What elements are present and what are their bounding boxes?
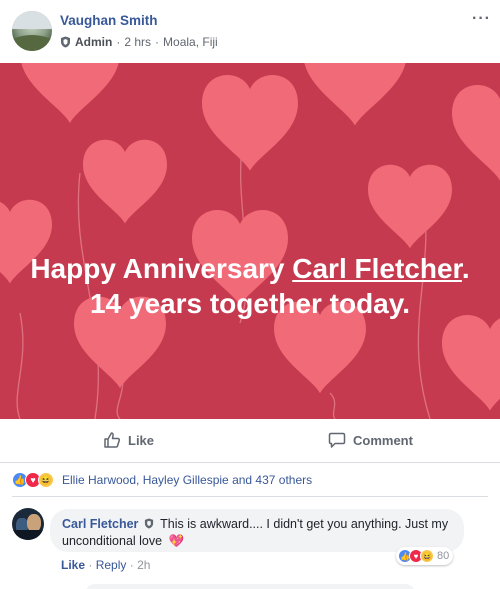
thumbs-up-icon (104, 432, 121, 448)
like-button[interactable]: Like (103, 431, 154, 449)
reaction-icons: 👍 ♥ 😆 (12, 472, 54, 488)
speech-bubble-icon (328, 432, 346, 448)
comment-actions: Like · Reply · 2h (61, 558, 150, 572)
more-options-icon[interactable]: ··· (472, 10, 491, 28)
hearts-background (0, 63, 500, 419)
banner-line1-suffix: . (461, 253, 470, 284)
banner-line2: 14 years together today. (89, 288, 411, 319)
shield-icon (61, 36, 70, 48)
comment-time[interactable]: 2h (137, 558, 150, 572)
tagged-user-link[interactable]: Carl Fletcher (292, 253, 462, 284)
post-location[interactable]: Moala, Fiji (163, 35, 218, 49)
banner-message: Happy Anniversary Carl Fletcher. 14 year… (0, 251, 500, 321)
comment-action-separator: · (129, 558, 138, 572)
comment-reactions[interactable]: 👍 ♥ 😆 80 (396, 547, 454, 565)
comment-reaction-count: 80 (437, 550, 450, 562)
haha-icon: 😆 (420, 549, 434, 563)
commenter-name[interactable]: Carl Fletcher (62, 517, 138, 531)
haha-icon: 😆 (38, 472, 54, 488)
role-badge: Admin (75, 35, 113, 49)
post-header: Vaughan Smith Admin · 2 hrs · Moala, Fij… (0, 0, 500, 63)
commenter-avatar[interactable] (12, 508, 44, 540)
comment-button[interactable]: Comment (328, 431, 413, 449)
shield-icon (144, 518, 153, 529)
meta-separator: · (155, 35, 160, 49)
reactions-names[interactable]: Ellie Harwood, Hayley Gillespie and 437 … (62, 473, 312, 487)
banner-line1-prefix: Happy Anniversary (30, 253, 293, 284)
comment-like-link[interactable]: Like (61, 558, 85, 572)
comment-reply-link[interactable]: Reply (96, 558, 127, 572)
sparkling-heart-icon: 💖 (168, 534, 185, 548)
comment-button-label: Comment (353, 432, 413, 448)
divider (12, 496, 488, 497)
reactions-summary[interactable]: 👍 ♥ 😆 Ellie Harwood, Hayley Gillespie an… (12, 472, 312, 488)
comment-bubble: Carl Fletcher This is awkward.... I didn… (50, 509, 464, 552)
post-banner: Happy Anniversary Carl Fletcher. 14 year… (0, 63, 500, 419)
post-actions-bar: Like Comment (0, 419, 500, 463)
post-time[interactable]: 2 hrs (124, 35, 151, 49)
author-avatar[interactable] (12, 11, 52, 51)
post-meta: Admin · 2 hrs · Moala, Fiji (60, 35, 218, 49)
author-name[interactable]: Vaughan Smith (60, 13, 158, 28)
like-button-label: Like (128, 432, 155, 448)
next-comment-bubble (85, 584, 415, 589)
meta-separator: · (116, 35, 121, 49)
comment-action-separator: · (88, 558, 96, 572)
